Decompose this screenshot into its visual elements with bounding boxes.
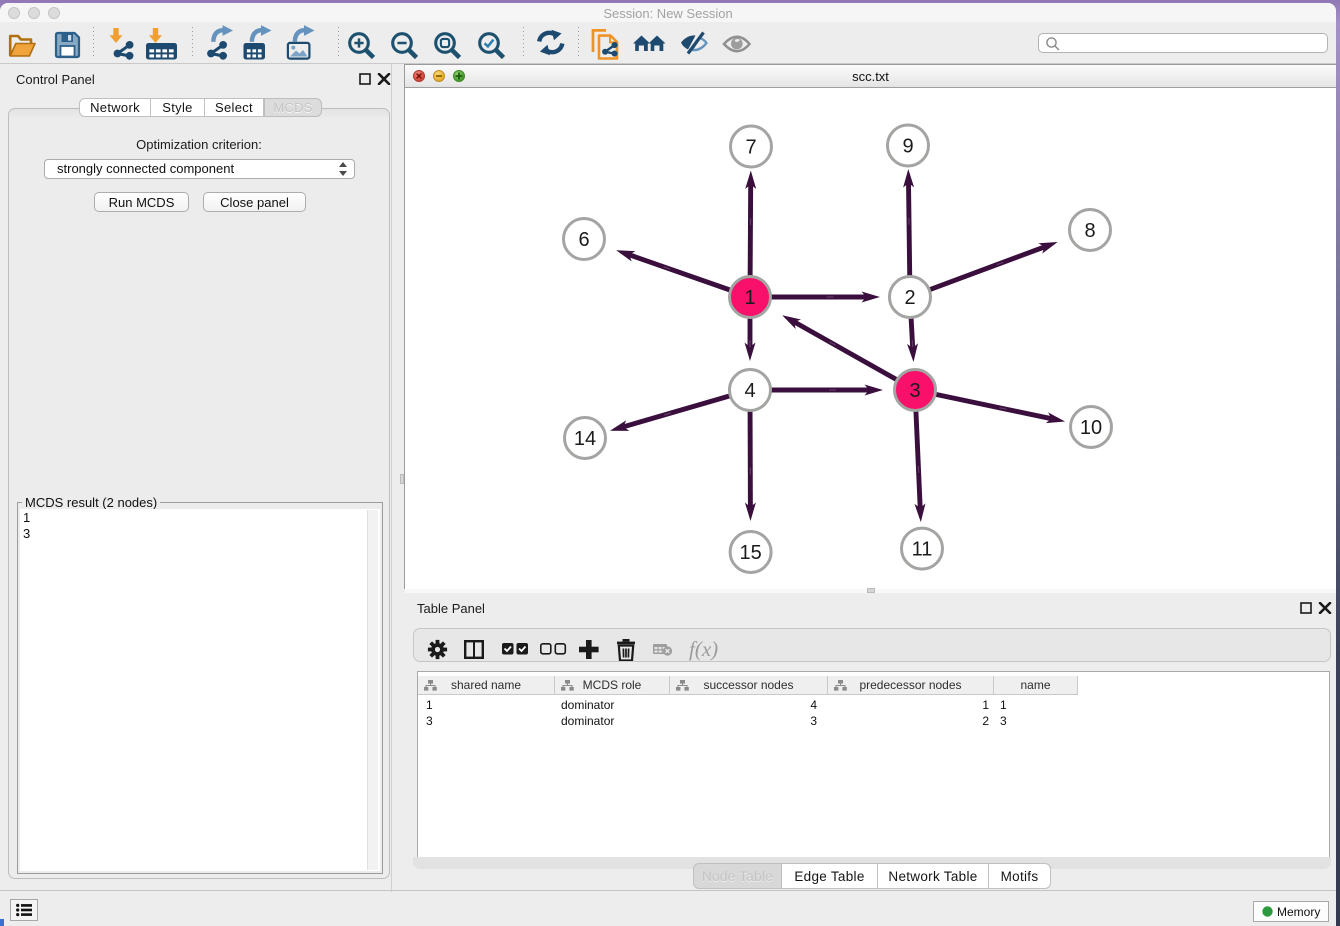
svg-text:11: 11 bbox=[912, 539, 933, 561]
svg-text:8: 8 bbox=[1084, 220, 1095, 242]
svg-text:7: 7 bbox=[745, 137, 756, 159]
svg-text:10: 10 bbox=[1080, 417, 1102, 439]
svg-text:14: 14 bbox=[574, 428, 596, 450]
svg-text:4: 4 bbox=[744, 380, 755, 402]
svg-text:1: 1 bbox=[744, 287, 755, 309]
svg-text:f(x): f(x) bbox=[689, 637, 718, 661]
svg-text:3: 3 bbox=[909, 380, 920, 402]
svg-text:15: 15 bbox=[739, 542, 761, 564]
svg-text:6: 6 bbox=[578, 229, 589, 251]
svg-text:9: 9 bbox=[902, 136, 913, 158]
svg-text:2: 2 bbox=[904, 287, 915, 309]
